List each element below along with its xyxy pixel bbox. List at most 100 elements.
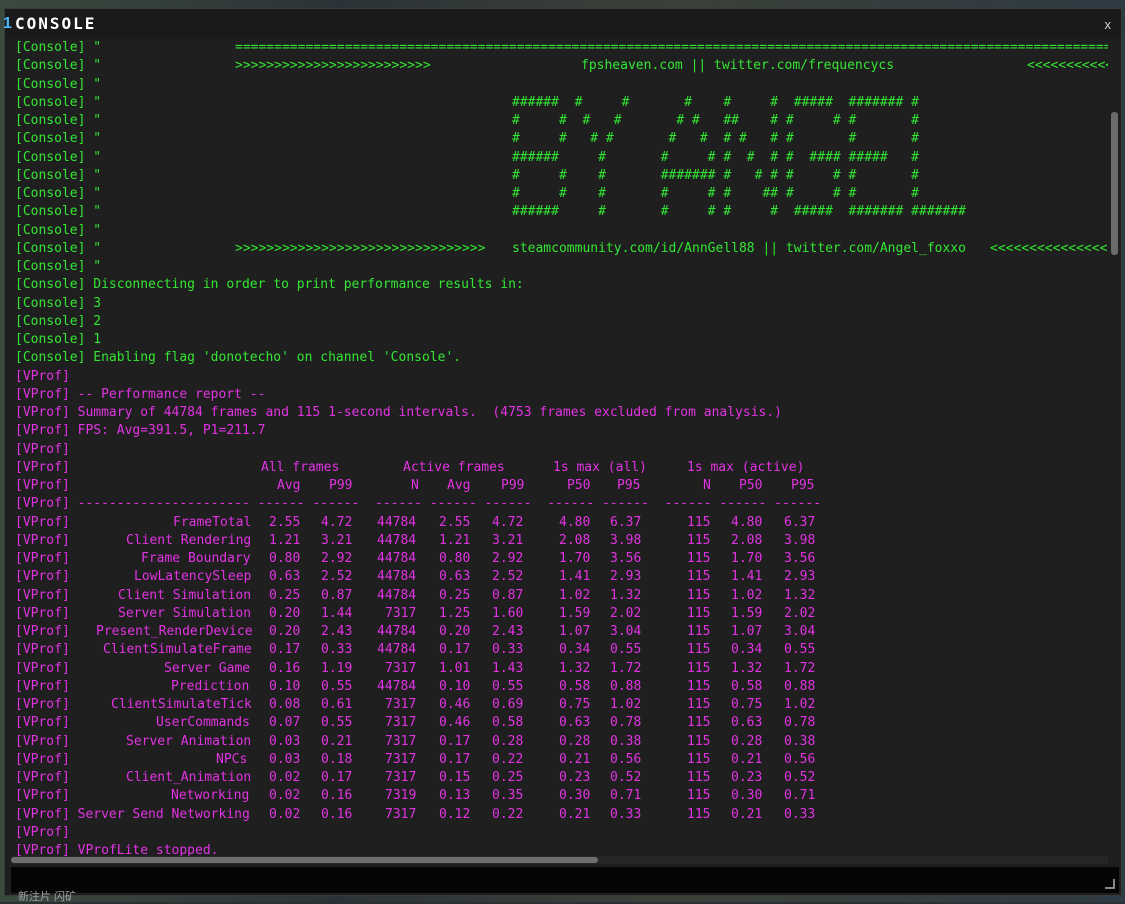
line-text: 2.08 [559, 532, 591, 548]
line-prefix: [VProf] -- Performance report -- [15, 386, 266, 402]
line-prefix: [Console] " [15, 167, 102, 183]
line-text: 0.38 [784, 733, 816, 749]
line-text: 0.23 [559, 770, 591, 785]
line-text: 2.55 [269, 514, 301, 530]
line-text: 0.21 [321, 733, 353, 749]
line-text: 1.01 [439, 660, 471, 676]
line-text: 115 [687, 514, 711, 530]
line-text: 115 [687, 624, 711, 639]
line-text: 1.59 [559, 605, 591, 621]
console-titlebar[interactable]: 1 CONSOLE x [3, 9, 1121, 39]
line-text: 3.98 [610, 532, 642, 548]
line-text: 0.63 [269, 569, 301, 585]
line-text: 6.37 [610, 514, 642, 530]
line-text: 1.72 [610, 660, 642, 676]
line-text: 4.80 [731, 514, 763, 530]
line-prefix: [VProf] [15, 368, 70, 384]
line-text: 0.02 [269, 770, 301, 785]
line-text: ClientSimulateFrame [103, 642, 252, 658]
line-prefix: [VProf] [15, 770, 70, 785]
console-line: [VProf] Frame Boundary 0.80 2.92 44784 0.80 2.… [15, 550, 1108, 568]
line-text: steamcommunity.com/id/AnnGell88 || twitt… [512, 240, 966, 256]
line-prefix: [Console] 2 [15, 313, 102, 329]
line-text: 3.04 [784, 624, 816, 639]
line-prefix: [VProf] [15, 587, 70, 603]
line-text: 0.17 [439, 751, 471, 767]
console-line: [VProf] Server Animation 0.03 0.21 7317 0.17 0… [15, 733, 1108, 751]
line-text: N [703, 478, 711, 493]
line-text: 1.70 [731, 551, 763, 566]
line-text: 3.04 [610, 624, 642, 639]
line-prefix: [VProf] [15, 514, 70, 530]
console-line: [Console] 3 [15, 295, 1108, 313]
console-line: [VProf] Server Send Networking 0.02 0.16 73… [15, 806, 1108, 824]
line-text: 1.07 [559, 624, 591, 639]
console-line: [VProf] UserCommands 0.07 0.55 7317 0.46 0.58 0… [15, 714, 1108, 732]
line-text: 2.43 [492, 624, 524, 639]
line-text: 44784 [377, 514, 417, 530]
console-line: [Console] " # # # # # # ## # # # # # [15, 112, 1108, 130]
line-text: 0.18 [321, 751, 353, 767]
line-text: LowLatencySleep [134, 569, 252, 585]
line-prefix: [Console] " [15, 240, 102, 256]
line-text: 1s max (all) [553, 459, 647, 475]
line-prefix: [Console] " [15, 204, 102, 220]
line-prefix: [VProf] [15, 660, 70, 676]
console-line: [VProf] -- Performance report -- [15, 386, 1108, 404]
line-text: 115 [687, 605, 711, 621]
line-text: 7317 [385, 715, 417, 731]
console-line: [Console] " # # # ####### # # # # # # # [15, 167, 1108, 185]
line-text: 0.17 [439, 733, 471, 749]
line-text: 0.78 [784, 715, 816, 731]
line-text: 0.75 [731, 697, 763, 712]
line-prefix: [Console] " [15, 113, 102, 128]
line-text: 7317 [385, 733, 417, 749]
line-text: N [411, 478, 419, 493]
line-text: 115 [687, 587, 711, 603]
line-text: 0.33 [321, 642, 353, 658]
line-text: 0.10 [269, 678, 301, 694]
line-text: 0.58 [492, 715, 524, 731]
line-text: P95 [791, 478, 815, 493]
line-text: # # # ####### # # # # # # # [512, 167, 919, 183]
console-line: [Console] " [15, 76, 1108, 94]
horizontal-scrollbar-thumb[interactable] [11, 857, 598, 863]
line-text: 2.92 [321, 551, 353, 566]
line-text: 1.41 [559, 569, 591, 585]
line-prefix: [VProf] [15, 478, 70, 493]
console-line: [Console] " # # # # # # # # # # # # [15, 130, 1108, 148]
vertical-scrollbar-thumb[interactable] [1111, 112, 1118, 255]
line-prefix: [Console] Disconnecting in order to prin… [15, 277, 524, 293]
line-text: 44784 [377, 532, 417, 548]
line-text: 7317 [385, 770, 417, 785]
line-text: 115 [687, 806, 711, 822]
line-text: 0.10 [439, 678, 471, 694]
console-log[interactable]: [Console] " =============================… [15, 39, 1108, 864]
line-text: 0.87 [492, 587, 524, 603]
line-prefix: [Console] " [15, 259, 102, 274]
line-prefix: [VProf] Server Send Networking [15, 806, 250, 822]
line-text: 1.32 [559, 660, 591, 676]
console-command-input[interactable] [11, 867, 1119, 893]
console-window: 1 CONSOLE x [Console] " =================… [3, 8, 1122, 896]
line-text: 1.19 [321, 660, 353, 676]
console-line: [VProf] All frames Active frames 1s max (al… [15, 459, 1108, 477]
line-text: 7317 [385, 806, 417, 822]
line-text: 44784 [377, 587, 417, 603]
line-text: UserCommands [156, 715, 250, 731]
line-text: 0.16 [269, 660, 301, 676]
line-text: 0.03 [269, 733, 301, 749]
line-text: 0.15 [439, 770, 471, 785]
line-text: ========================================… [235, 40, 1108, 55]
line-text: 3.98 [784, 532, 816, 548]
line-text: Client Rendering [126, 532, 252, 548]
close-button[interactable]: x [1105, 17, 1112, 32]
line-text: 1.44 [321, 605, 353, 621]
line-prefix: [VProf] [15, 697, 70, 712]
console-line: [Console] " ###### # # # # # ##### ######… [15, 203, 1108, 221]
resize-handle[interactable] [1105, 879, 1115, 889]
line-text: 115 [687, 733, 711, 749]
line-prefix: [VProf] [15, 733, 70, 749]
line-text: 0.80 [439, 551, 471, 566]
line-prefix: [VProf] FPS: Avg=391.5, P1=211.7 [15, 423, 266, 439]
